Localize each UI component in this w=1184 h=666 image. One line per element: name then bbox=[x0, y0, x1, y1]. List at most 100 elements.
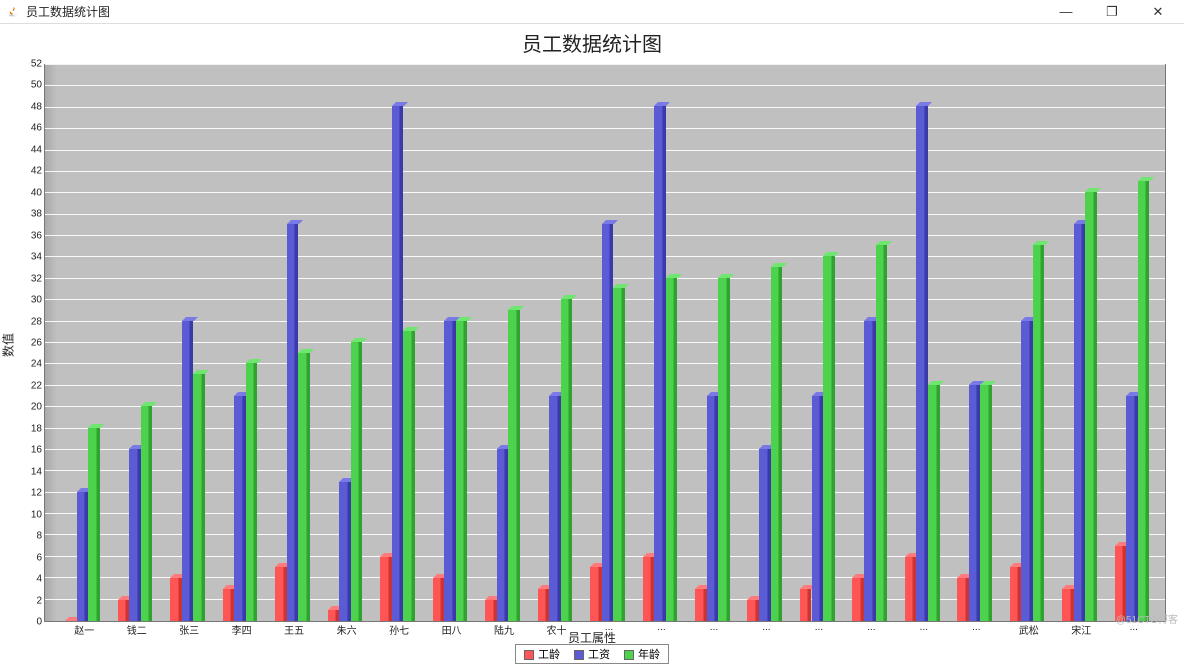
y-tick: 38 bbox=[22, 209, 42, 220]
y-tick: 18 bbox=[22, 423, 42, 434]
y-tick: 8 bbox=[22, 531, 42, 542]
bar-年龄 bbox=[403, 331, 415, 621]
bar-工资 bbox=[812, 396, 824, 621]
bar-工龄 bbox=[223, 589, 235, 621]
bar-工龄 bbox=[380, 557, 392, 621]
bar-工龄 bbox=[590, 567, 602, 621]
bar-年龄 bbox=[876, 245, 888, 621]
window-controls: — ❐ ✕ bbox=[1052, 4, 1180, 20]
y-tick: 52 bbox=[22, 59, 42, 70]
bar-工资 bbox=[864, 321, 876, 621]
window-title: 员工数据统计图 bbox=[26, 3, 110, 20]
bar-年龄 bbox=[771, 267, 783, 621]
y-tick: 40 bbox=[22, 187, 42, 198]
bar-工资 bbox=[339, 482, 351, 622]
y-tick: 20 bbox=[22, 402, 42, 413]
minimize-button[interactable]: — bbox=[1052, 4, 1080, 19]
y-axis-label: 数值 bbox=[0, 333, 17, 357]
x-tick: ... bbox=[762, 622, 770, 633]
y-tick: 22 bbox=[22, 380, 42, 391]
bar-年龄 bbox=[246, 363, 258, 621]
bar-年龄 bbox=[823, 256, 835, 621]
y-tick: 4 bbox=[22, 574, 42, 585]
bar-年龄 bbox=[1085, 192, 1097, 621]
bar-工龄 bbox=[800, 589, 812, 621]
java-icon bbox=[6, 5, 20, 19]
bar-年龄 bbox=[1138, 181, 1150, 621]
bar-工资 bbox=[497, 449, 509, 621]
bar-工龄 bbox=[328, 610, 340, 621]
x-tick: ... bbox=[710, 622, 718, 633]
bar-工龄 bbox=[485, 600, 497, 621]
close-button[interactable]: ✕ bbox=[1144, 4, 1172, 20]
y-tick: 36 bbox=[22, 230, 42, 241]
x-tick: 宋江 bbox=[1071, 622, 1091, 637]
x-tick: 赵一 bbox=[74, 622, 94, 637]
bar-年龄 bbox=[193, 374, 205, 621]
y-tick: 10 bbox=[22, 509, 42, 520]
bar-工龄 bbox=[170, 578, 182, 621]
legend-item-年龄: 年龄 bbox=[624, 646, 660, 662]
bar-工资 bbox=[707, 396, 719, 621]
y-tick: 50 bbox=[22, 80, 42, 91]
bar-年龄 bbox=[88, 428, 100, 621]
y-tick: 14 bbox=[22, 466, 42, 477]
watermark-text: @51CTO博客 bbox=[1116, 611, 1178, 626]
x-tick: 王五 bbox=[284, 622, 304, 637]
x-tick: ... bbox=[920, 622, 928, 633]
y-tick: 12 bbox=[22, 488, 42, 499]
x-tick: ... bbox=[867, 622, 875, 633]
chart-area: 员工数据统计图 数值 02468101214161820222426283032… bbox=[0, 24, 1184, 666]
bar-工龄 bbox=[852, 578, 864, 621]
y-tick: 46 bbox=[22, 123, 42, 134]
y-tick: 34 bbox=[22, 252, 42, 263]
x-tick: 田八 bbox=[442, 622, 462, 637]
bar-工资 bbox=[129, 449, 141, 621]
bar-年龄 bbox=[928, 385, 940, 621]
x-tick: ... bbox=[815, 622, 823, 633]
y-tick: 2 bbox=[22, 595, 42, 606]
y-tick: 32 bbox=[22, 273, 42, 284]
bar-工资 bbox=[182, 321, 194, 621]
legend-item-工资: 工资 bbox=[574, 646, 610, 662]
x-tick: 李四 bbox=[232, 622, 252, 637]
y-tick: 0 bbox=[22, 617, 42, 628]
bar-工资 bbox=[444, 321, 456, 621]
y-tick: 28 bbox=[22, 316, 42, 327]
bar-工资 bbox=[602, 224, 614, 621]
bar-工龄 bbox=[747, 600, 759, 621]
bar-工资 bbox=[1126, 396, 1138, 621]
bar-工龄 bbox=[905, 557, 917, 621]
maximize-button[interactable]: ❐ bbox=[1098, 4, 1126, 20]
bar-工资 bbox=[1074, 224, 1086, 621]
bar-工龄 bbox=[695, 589, 707, 621]
bar-工龄 bbox=[1115, 546, 1127, 621]
bar-工龄 bbox=[275, 567, 287, 621]
y-tick: 24 bbox=[22, 359, 42, 370]
bar-工资 bbox=[916, 106, 928, 621]
y-tick: 26 bbox=[22, 338, 42, 349]
bar-工资 bbox=[287, 224, 299, 621]
bar-年龄 bbox=[298, 353, 310, 621]
y-tick: 6 bbox=[22, 552, 42, 563]
x-tick: 孙七 bbox=[389, 622, 409, 637]
bar-年龄 bbox=[613, 288, 625, 621]
bar-工龄 bbox=[1062, 589, 1074, 621]
x-tick: ... bbox=[972, 622, 980, 633]
x-tick: 陆九 bbox=[494, 622, 514, 637]
app-window: 员工数据统计图 — ❐ ✕ 员工数据统计图 数值 024681012141618… bbox=[0, 0, 1184, 666]
bar-工龄 bbox=[643, 557, 655, 621]
x-tick: 农十 bbox=[547, 622, 567, 637]
bar-工资 bbox=[234, 396, 246, 621]
bar-工资 bbox=[77, 492, 89, 621]
y-tick: 30 bbox=[22, 295, 42, 306]
x-tick: 钱二 bbox=[127, 622, 147, 637]
bar-工资 bbox=[969, 385, 981, 621]
bar-年龄 bbox=[351, 342, 363, 621]
bar-工龄 bbox=[538, 589, 550, 621]
bar-年龄 bbox=[666, 278, 678, 621]
chart-title: 员工数据统计图 bbox=[0, 24, 1184, 57]
y-tick: 48 bbox=[22, 101, 42, 112]
bar-工资 bbox=[392, 106, 404, 621]
legend-item-工龄: 工龄 bbox=[524, 646, 560, 662]
